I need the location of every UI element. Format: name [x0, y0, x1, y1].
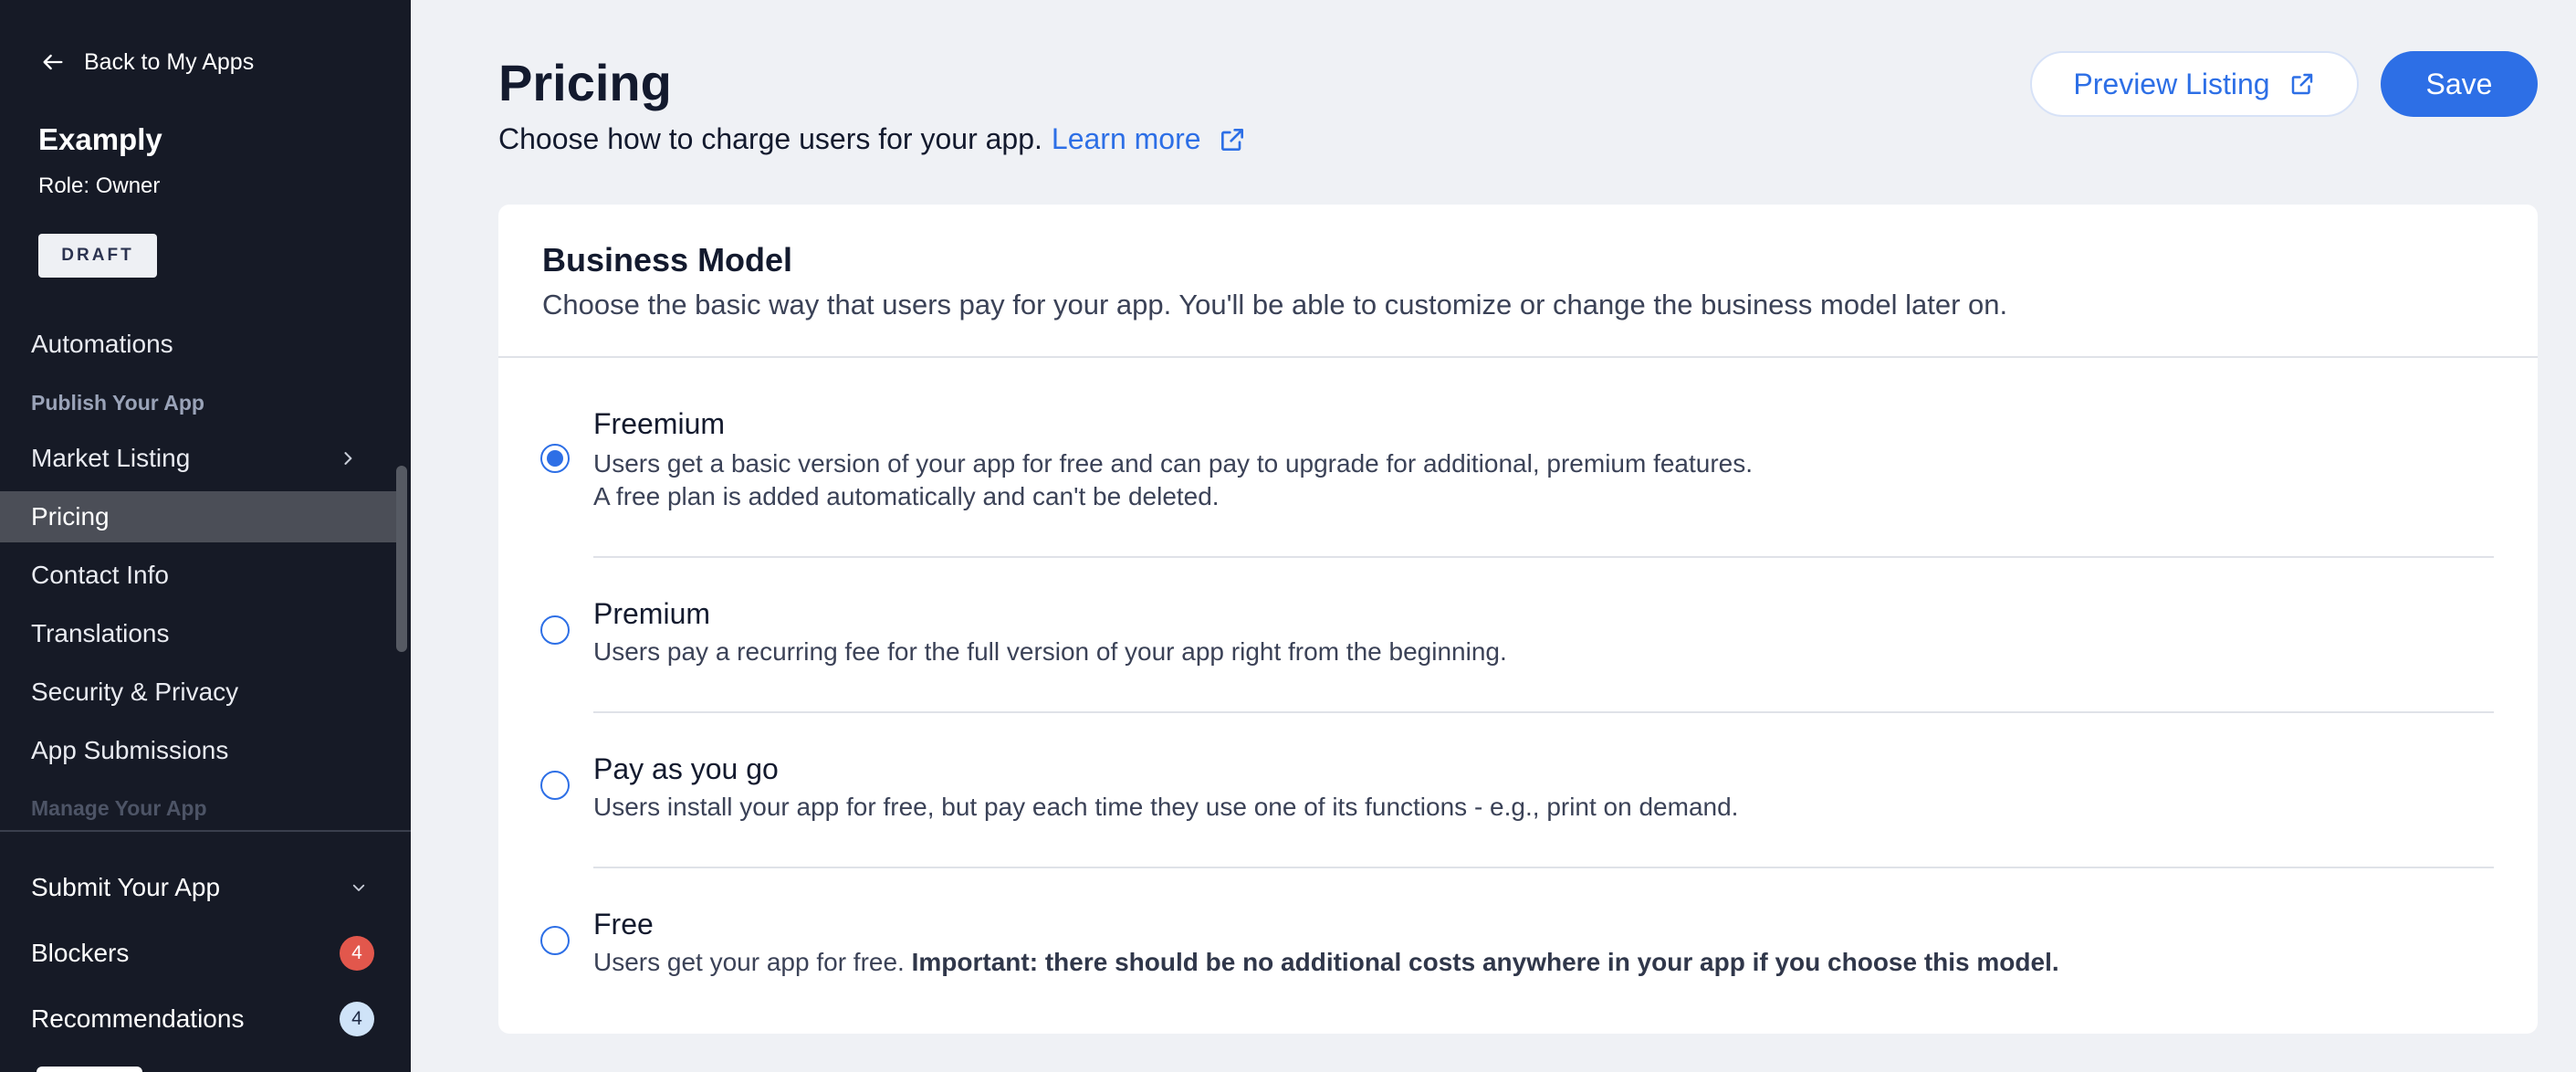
option-title: Free [593, 908, 654, 941]
sidebar-item-pricing[interactable]: Pricing [0, 491, 397, 542]
option-title: Premium [593, 597, 711, 630]
preview-listing-button[interactable]: Preview Listing [2030, 51, 2359, 117]
page-title: Pricing [498, 54, 672, 111]
option-description-text: Users get your app for free. [593, 948, 905, 976]
page-subtitle: Choose how to charge users for your app.… [498, 122, 1247, 156]
main-content: Pricing Choose how to charge users for y… [411, 0, 2576, 1072]
business-model-card: Business Model Choose the basic way that… [498, 205, 2538, 1034]
option-title: Pay as you go [593, 752, 779, 785]
sidebar-item-label: Automations [31, 330, 173, 358]
sidebar-item-blockers[interactable]: Blockers 4 [0, 926, 411, 981]
page-subtitle-text: Choose how to charge users for your app. [498, 122, 1042, 155]
sidebar-item-recommendations[interactable]: Recommendations 4 [0, 992, 411, 1046]
app-role: Role: Owner [38, 173, 161, 198]
sidebar-bottom-panel: Submit Your App Blockers 4 Recommendatio… [0, 830, 411, 1072]
back-to-my-apps-link[interactable]: Back to My Apps [40, 47, 254, 77]
card-divider [498, 356, 2538, 358]
option-description: Users pay a recurring fee for the full v… [593, 637, 1507, 666]
preview-listing-label: Preview Listing [2073, 67, 2270, 100]
sidebar-item-automations[interactable]: Automations [0, 319, 397, 370]
sidebar-item-label: Security & Privacy [31, 678, 239, 706]
option-description-note: A free plan is added automatically and c… [593, 482, 1220, 510]
learn-more-label: Learn more [1051, 122, 1201, 155]
sidebar-item-app-submissions[interactable]: App Submissions [0, 725, 397, 776]
recommendations-label: Recommendations [31, 1004, 245, 1033]
option-description: Users install your app for free, but pay… [593, 793, 1739, 821]
option-divider [593, 556, 2494, 558]
sidebar-item-contact-info[interactable]: Contact Info [0, 550, 397, 601]
sidebar-item-market-listing[interactable]: Market Listing [0, 433, 397, 484]
radio-freemium[interactable] [540, 444, 570, 473]
sidebar-item-label: App Submissions [31, 736, 229, 764]
sidebar-section-publish: Publish Your App [31, 391, 204, 415]
sidebar-scrollbar[interactable] [396, 466, 407, 652]
sidebar: Back to My Apps Examply Role: Owner DRAF… [0, 0, 411, 1072]
radio-premium[interactable] [540, 615, 570, 645]
app-name: Examply [38, 122, 162, 156]
external-link-icon [1220, 128, 1243, 151]
option-divider [593, 867, 2494, 868]
status-badge: DRAFT [38, 234, 157, 278]
sidebar-section-manage: Manage Your App [31, 796, 207, 820]
option-description: Users get your app for free. Important: … [593, 946, 2059, 979]
submit-your-app-label: Submit Your App [31, 873, 221, 901]
submit-your-app-toggle[interactable]: Submit Your App [0, 860, 411, 915]
blockers-count-badge: 4 [340, 936, 374, 971]
option-description: Users get a basic version of your app fo… [593, 449, 1754, 478]
business-model-title: Business Model [542, 241, 793, 279]
business-model-description: Choose the basic way that users pay for … [542, 289, 2008, 321]
chevron-right-icon [344, 452, 352, 465]
chevron-down-icon [352, 884, 365, 891]
learn-more-link[interactable]: Learn more [1052, 122, 1247, 156]
sidebar-item-label: Contact Info [31, 561, 169, 589]
radio-pay-as-you-go[interactable] [540, 771, 570, 800]
back-link-label: Back to My Apps [84, 48, 255, 75]
option-divider [593, 711, 2494, 713]
save-button[interactable]: Save [2381, 51, 2538, 117]
sidebar-item-label: Translations [31, 619, 170, 647]
recommendations-count-badge: 4 [340, 1002, 374, 1036]
arrow-left-icon [43, 54, 63, 70]
sidebar-item-label: Market Listing [31, 444, 191, 472]
blockers-label: Blockers [31, 939, 130, 967]
sidebar-bottom-button-edge[interactable] [37, 1067, 142, 1072]
external-link-icon [2291, 73, 2312, 95]
sidebar-item-translations[interactable]: Translations [0, 608, 397, 659]
radio-free[interactable] [540, 926, 570, 955]
option-important-note: Important: there should be no additional… [911, 948, 2059, 976]
sidebar-item-security-privacy[interactable]: Security & Privacy [0, 667, 397, 718]
sidebar-item-label: Pricing [31, 502, 110, 531]
option-title: Freemium [593, 407, 726, 440]
